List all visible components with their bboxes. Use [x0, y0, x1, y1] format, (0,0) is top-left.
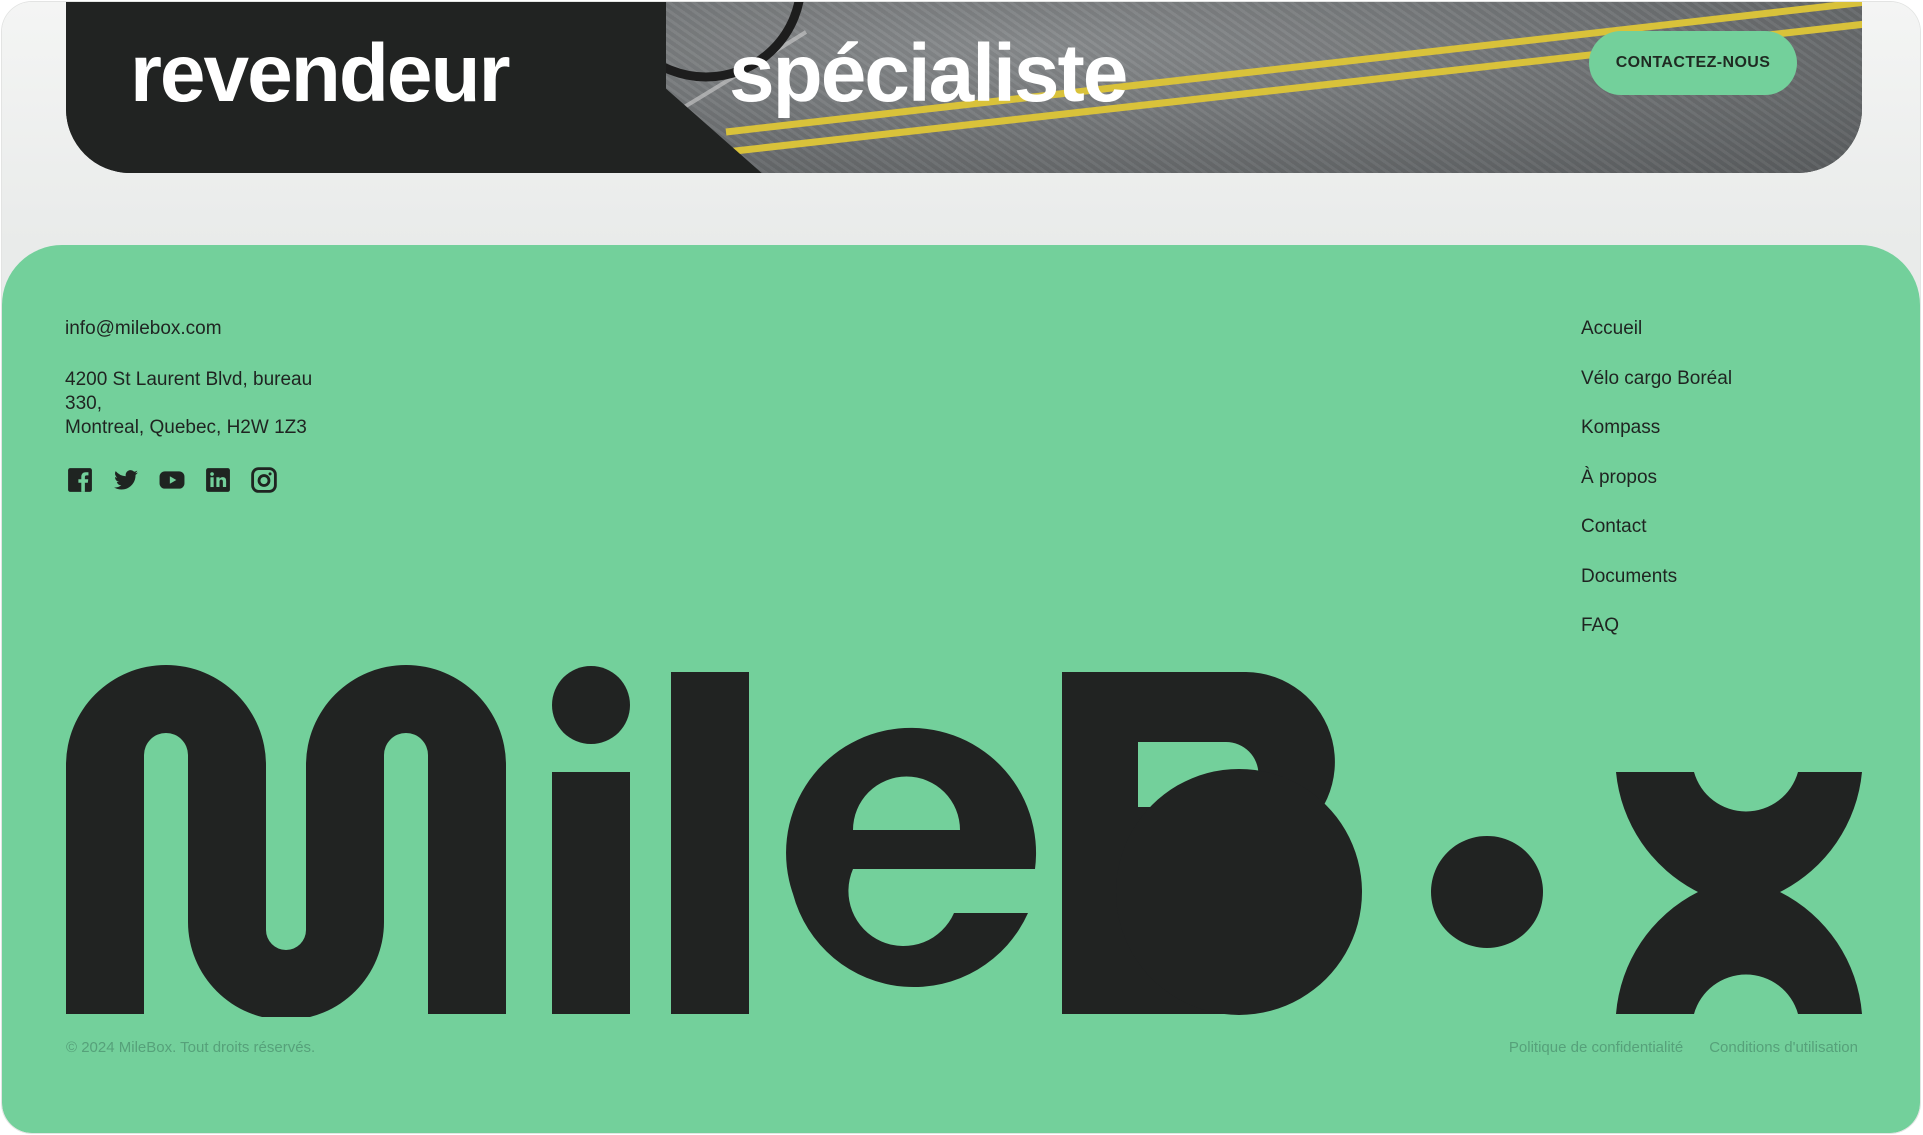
privacy-policy-link[interactable]: Politique de confidentialité — [1509, 1039, 1683, 1056]
facebook-icon[interactable] — [67, 467, 93, 493]
address-line: 4200 St Laurent Blvd, bureau — [65, 369, 313, 390]
legal-links: Politique de confidentialité Conditions … — [1509, 1039, 1858, 1056]
cta-right-title: spécialiste — [729, 28, 1128, 119]
social-links — [67, 467, 277, 493]
twitter-icon[interactable] — [113, 467, 139, 493]
address-line: 330, — [65, 393, 102, 414]
footer-nav-accueil[interactable]: Accueil — [1581, 318, 1642, 339]
linkedin-icon[interactable] — [205, 467, 231, 493]
footer-nav: Accueil Vélo cargo Boréal Kompass À prop… — [1581, 318, 1732, 665]
milebox-logo — [66, 665, 1862, 1017]
footer-nav-velo-cargo-boreal[interactable]: Vélo cargo Boréal — [1581, 368, 1732, 389]
footer-nav-faq[interactable]: FAQ — [1581, 615, 1619, 636]
contact-us-button[interactable]: CONTACTEZ-NOUS — [1589, 31, 1797, 95]
footer-nav-documents[interactable]: Documents — [1581, 566, 1677, 587]
footer-nav-a-propos[interactable]: À propos — [1581, 467, 1657, 488]
terms-of-use-link[interactable]: Conditions d'utilisation — [1709, 1039, 1858, 1056]
address-line: Montreal, Quebec, H2W 1Z3 — [65, 417, 307, 438]
instagram-icon[interactable] — [251, 467, 277, 493]
cta-left-title: revendeur — [130, 28, 511, 119]
copyright-text: © 2024 MileBox. Tout droits réservés. — [66, 1039, 316, 1056]
site-footer: info@milebox.com 4200 St Laurent Blvd, b… — [2, 245, 1920, 1133]
footer-nav-kompass[interactable]: Kompass — [1581, 417, 1660, 438]
cta-banner: revendeur spécialiste CONTACTEZ-NOUS — [66, 2, 1862, 173]
page-frame: revendeur spécialiste CONTACTEZ-NOUS inf… — [2, 2, 1920, 1133]
footer-email-link[interactable]: info@milebox.com — [65, 318, 222, 340]
youtube-icon[interactable] — [159, 467, 185, 493]
footer-address: 4200 St Laurent Blvd, bureau 330, Montre… — [65, 368, 365, 440]
footer-nav-contact[interactable]: Contact — [1581, 516, 1646, 537]
